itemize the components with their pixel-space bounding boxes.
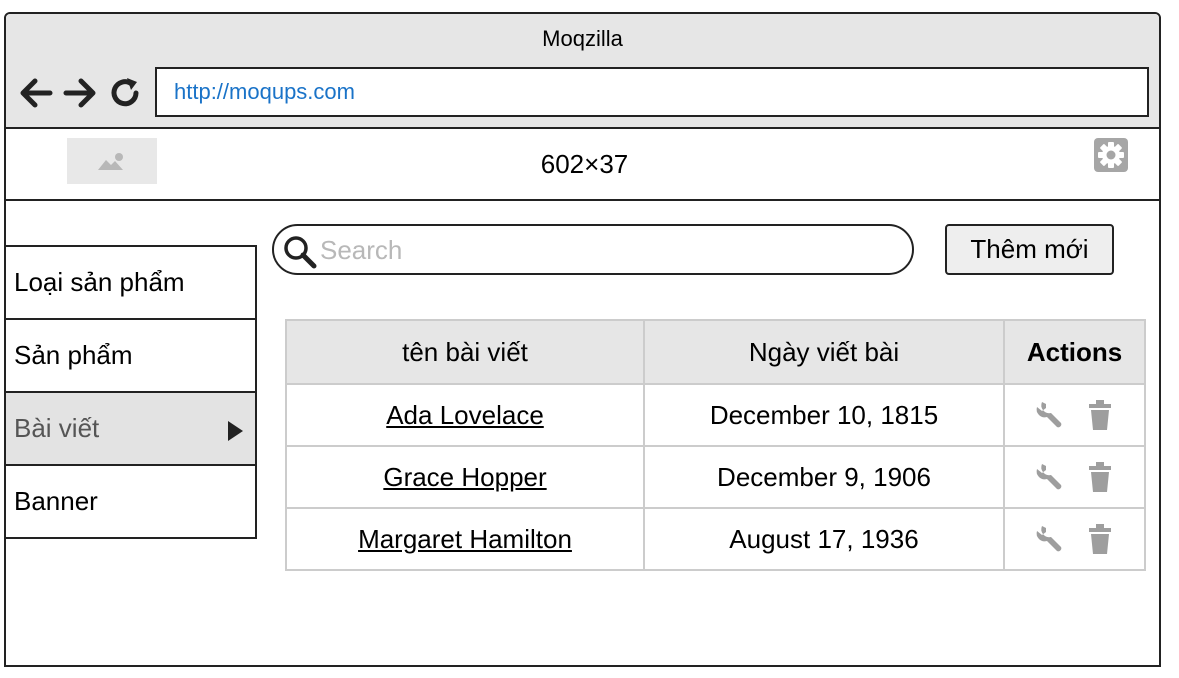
sidebar-item-banner[interactable]: Banner	[6, 466, 257, 539]
submenu-arrow-icon	[228, 421, 243, 441]
wrench-icon[interactable]	[1034, 523, 1066, 555]
table-row: Grace Hopper December 9, 1906	[285, 445, 1146, 509]
sidebar-item-products[interactable]: Sản phẩm	[6, 320, 257, 393]
table-cell-title: Margaret Hamilton	[285, 507, 645, 571]
table-row: Ada Lovelace December 10, 1815	[285, 383, 1146, 447]
trash-icon[interactable]	[1084, 461, 1116, 493]
sidebar-item-label: Loại sản phẩm	[14, 267, 185, 297]
sidebar-item-product-category[interactable]: Loại sản phẩm	[6, 245, 257, 320]
arrow-right-icon	[63, 78, 96, 108]
post-title-link[interactable]: Grace Hopper	[383, 462, 546, 492]
table-row: Margaret Hamilton August 17, 1936	[285, 507, 1146, 571]
trash-icon[interactable]	[1084, 399, 1116, 431]
browser-window: Moqzilla http://moqups.com 602×37 Loại s…	[4, 12, 1161, 667]
add-new-button[interactable]: Thêm mới	[945, 224, 1114, 275]
table-cell-date: December 9, 1906	[643, 445, 1005, 509]
table-cell-actions	[1003, 383, 1146, 447]
sidebar-menu: Loại sản phẩm Sản phẩm Bài viết Banner	[6, 245, 257, 539]
posts-table: tên bài viết Ngày viết bài Actions Ada L…	[285, 319, 1146, 571]
table-cell-date: December 10, 1815	[643, 383, 1005, 447]
sidebar-item-label: Banner	[14, 486, 98, 516]
browser-chrome: Moqzilla http://moqups.com	[6, 14, 1159, 129]
reload-button[interactable]	[108, 76, 144, 110]
table-cell-actions	[1003, 445, 1146, 509]
column-header-title[interactable]: tên bài viết	[285, 319, 645, 385]
sidebar-item-label: Bài viết	[14, 413, 100, 443]
window-title: Moqzilla	[542, 26, 623, 51]
url-bar[interactable]: http://moqups.com	[155, 67, 1149, 117]
settings-button[interactable]	[1093, 137, 1129, 173]
table-header-row: tên bài viết Ngày viết bài Actions	[285, 319, 1146, 385]
trash-icon[interactable]	[1084, 523, 1116, 555]
wrench-icon[interactable]	[1034, 461, 1066, 493]
column-header-date[interactable]: Ngày viết bài	[643, 319, 1005, 385]
post-title-link[interactable]: Ada Lovelace	[386, 400, 544, 430]
gear-icon	[1094, 138, 1128, 172]
sidebar-item-label: Sản phẩm	[14, 340, 133, 370]
table-cell-actions	[1003, 507, 1146, 571]
page-header: 602×37	[6, 129, 1159, 201]
sidebar-item-posts[interactable]: Bài viết	[6, 393, 257, 466]
column-header-actions: Actions	[1003, 319, 1146, 385]
header-placeholder-text: 602×37	[540, 149, 629, 179]
search-input[interactable]	[320, 233, 900, 267]
table-cell-date: August 17, 1936	[643, 507, 1005, 571]
reload-icon	[111, 78, 139, 107]
table-cell-title: Grace Hopper	[285, 445, 645, 509]
forward-button[interactable]	[62, 76, 98, 110]
search-icon	[284, 236, 317, 269]
search-box[interactable]	[272, 224, 914, 275]
arrow-left-icon	[20, 78, 53, 108]
back-button[interactable]	[18, 76, 54, 110]
post-title-link[interactable]: Margaret Hamilton	[358, 524, 572, 554]
table-cell-title: Ada Lovelace	[285, 383, 645, 447]
wrench-icon[interactable]	[1034, 399, 1066, 431]
